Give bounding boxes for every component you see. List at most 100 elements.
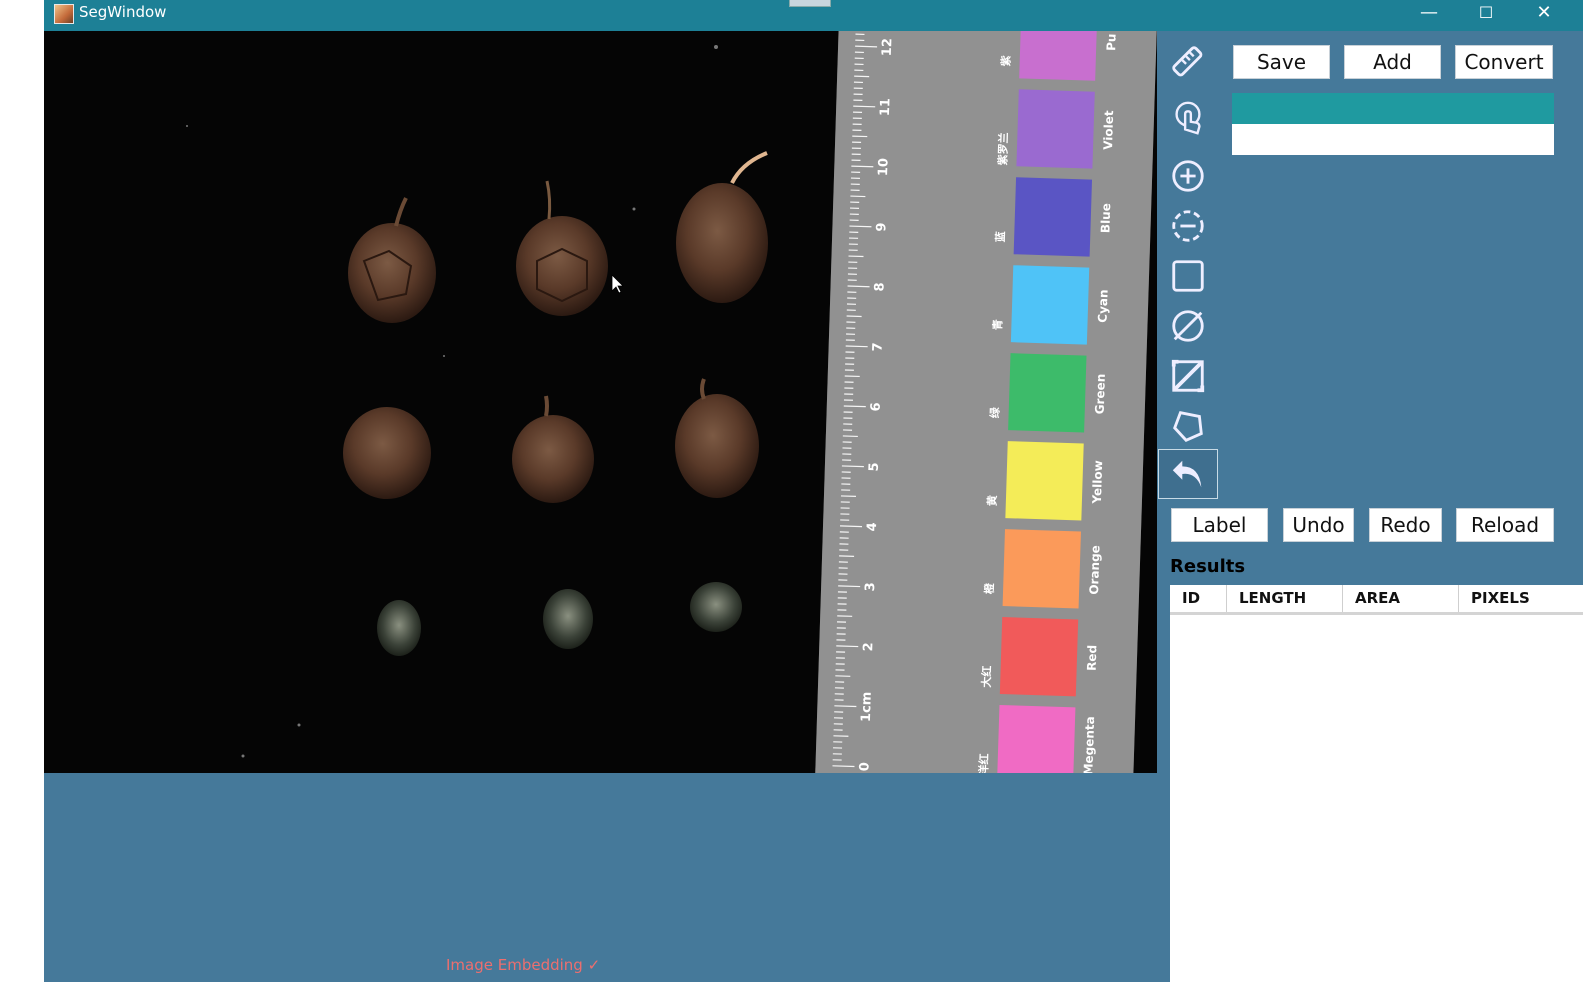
ruler-number: 1cm [859,691,875,722]
polygon-tool-button[interactable] [1158,401,1218,451]
ruler-number: 3 [863,582,878,592]
column-header-area[interactable]: AREA [1343,585,1459,612]
ruler-number: 4 [865,522,880,532]
ruler-tick [840,525,863,528]
image-canvas[interactable]: 12 11 10 9 8 7 6 5 4 3 2 1cm 0 Pu 紫 Violet 紫罗兰 Blue 蓝 Cyan… [44,31,1157,773]
swatch-label-zh: 青 [990,319,1004,330]
color-swatch [1008,353,1087,433]
ruler-tick [832,765,855,768]
swatch-label-zh: 紫罗兰 [995,132,1010,165]
label-list-row[interactable] [1232,124,1554,155]
color-swatch [1013,177,1093,257]
add-point-tool-button[interactable] [1158,151,1218,201]
ruler-number: 11 [878,98,894,117]
ruler-number: 6 [869,402,884,412]
swatch-label-en: Orange [1087,545,1103,595]
color-swatch [1010,265,1090,345]
ruler-tick [841,465,864,468]
ruler-tick [845,345,868,348]
swatch-label-zh: 蓝 [993,231,1007,242]
undo-arrow-icon [1172,460,1202,488]
results-header-row: ID LENGTH AREA PIXELS [1170,585,1583,615]
ruler-number: 12 [880,38,896,57]
swatch-label-zh: 紫 [999,55,1013,66]
crop-edit-icon [1171,359,1205,393]
window-title: SegWindow [79,3,167,21]
column-header-length[interactable]: LENGTH [1227,585,1343,612]
ruler-number: 9 [874,222,889,232]
undo-tool-button[interactable] [1158,449,1218,499]
title-bar-handle [789,0,831,7]
ruler-tick [838,585,861,588]
ruler-tick [849,225,872,228]
ruler-number: 8 [872,282,887,292]
swatch-label-zh: 大红 [979,665,994,687]
swatch-label-en: Megenta [1081,716,1097,773]
mouse-cursor-icon [611,274,624,294]
tool-column [1157,31,1218,501]
swatch-label-en: Violet [1101,110,1116,150]
color-swatch [1016,89,1095,169]
ruler-tick [836,645,859,648]
color-swatch [997,705,1076,773]
add-button[interactable]: Add [1344,45,1441,79]
no-select-tool-button[interactable] [1158,301,1218,351]
color-swatch [1005,441,1084,521]
swatch-label-zh: 绿 [987,406,1001,418]
swatch-label-zh: 洋红 [976,753,991,773]
column-header-id[interactable]: ID [1170,585,1227,612]
ruler-number: 7 [871,342,886,352]
swatch-label-en: Green [1093,374,1108,415]
ruler-number: 2 [861,642,876,652]
ruler-tick [855,45,878,48]
save-button[interactable]: Save [1233,45,1330,79]
app-icon [54,4,74,24]
seg-window: SegWindow — ☐ ✕ 12 11 10 9 8 7 6 5 4 3 2… [44,0,1583,982]
no-select-icon [1172,310,1204,342]
image-embedding-status: Image Embedding ✓ [446,956,601,974]
ruler-tick [853,105,876,108]
crop-edit-tool-button[interactable] [1158,351,1218,401]
ruler-tick [834,705,857,708]
label-button[interactable]: Label [1171,508,1268,542]
hand-tool-button[interactable] [1158,93,1218,143]
swatch-label-zh: 黄 [985,495,999,506]
reload-button[interactable]: Reload [1456,508,1554,542]
rectangle-tool-button[interactable] [1158,251,1218,301]
minimize-button[interactable]: — [1401,0,1457,31]
remove-point-icon [1172,210,1204,242]
close-button[interactable]: ✕ [1516,0,1572,31]
specimen-image: 12 11 10 9 8 7 6 5 4 3 2 1cm 0 Pu 紫 Violet 紫罗兰 Blue 蓝 Cyan… [186,31,1157,773]
cone-row-1 [348,151,768,323]
swatch-label-en: Blue [1098,203,1113,233]
swatch-label-en: Cyan [1096,289,1111,323]
ruler-tool-button[interactable] [1158,37,1218,87]
redo-button[interactable]: Redo [1369,508,1442,542]
ruler-tick [851,165,874,168]
add-point-icon [1172,160,1204,192]
swatch-label-en: Pu [1104,33,1119,51]
cone-row-2 [343,378,759,503]
remove-point-tool-button[interactable] [1158,201,1218,251]
results-title: Results [1170,556,1246,577]
bottom-panel: Image Embedding ✓ [44,773,1170,982]
ruler-number: 10 [876,158,892,177]
results-table[interactable]: ID LENGTH AREA PIXELS [1170,585,1583,982]
column-header-pixels[interactable]: PIXELS [1459,585,1583,612]
undo-button[interactable]: Undo [1283,508,1354,542]
ruler-number: 5 [867,462,882,472]
color-card: 12 11 10 9 8 7 6 5 4 3 2 1cm 0 Pu 紫 Violet 紫罗兰 Blue 蓝 Cyan… [815,31,1157,773]
hand-pointer-icon [1175,101,1201,135]
color-swatch [1019,31,1098,81]
swatch-label-zh: 橙 [982,582,996,594]
swatch-label-en: Red [1085,645,1100,671]
ruler-tick [847,285,870,288]
label-list-selected-row[interactable] [1232,93,1554,124]
color-swatch [1002,529,1081,609]
color-swatch [999,617,1079,697]
maximize-button[interactable]: ☐ [1458,0,1514,31]
ruler-icon [1172,46,1203,77]
convert-button[interactable]: Convert [1455,45,1553,79]
swatch-label-en: Yellow [1090,460,1105,505]
title-bar: SegWindow — ☐ ✕ [44,0,1583,31]
